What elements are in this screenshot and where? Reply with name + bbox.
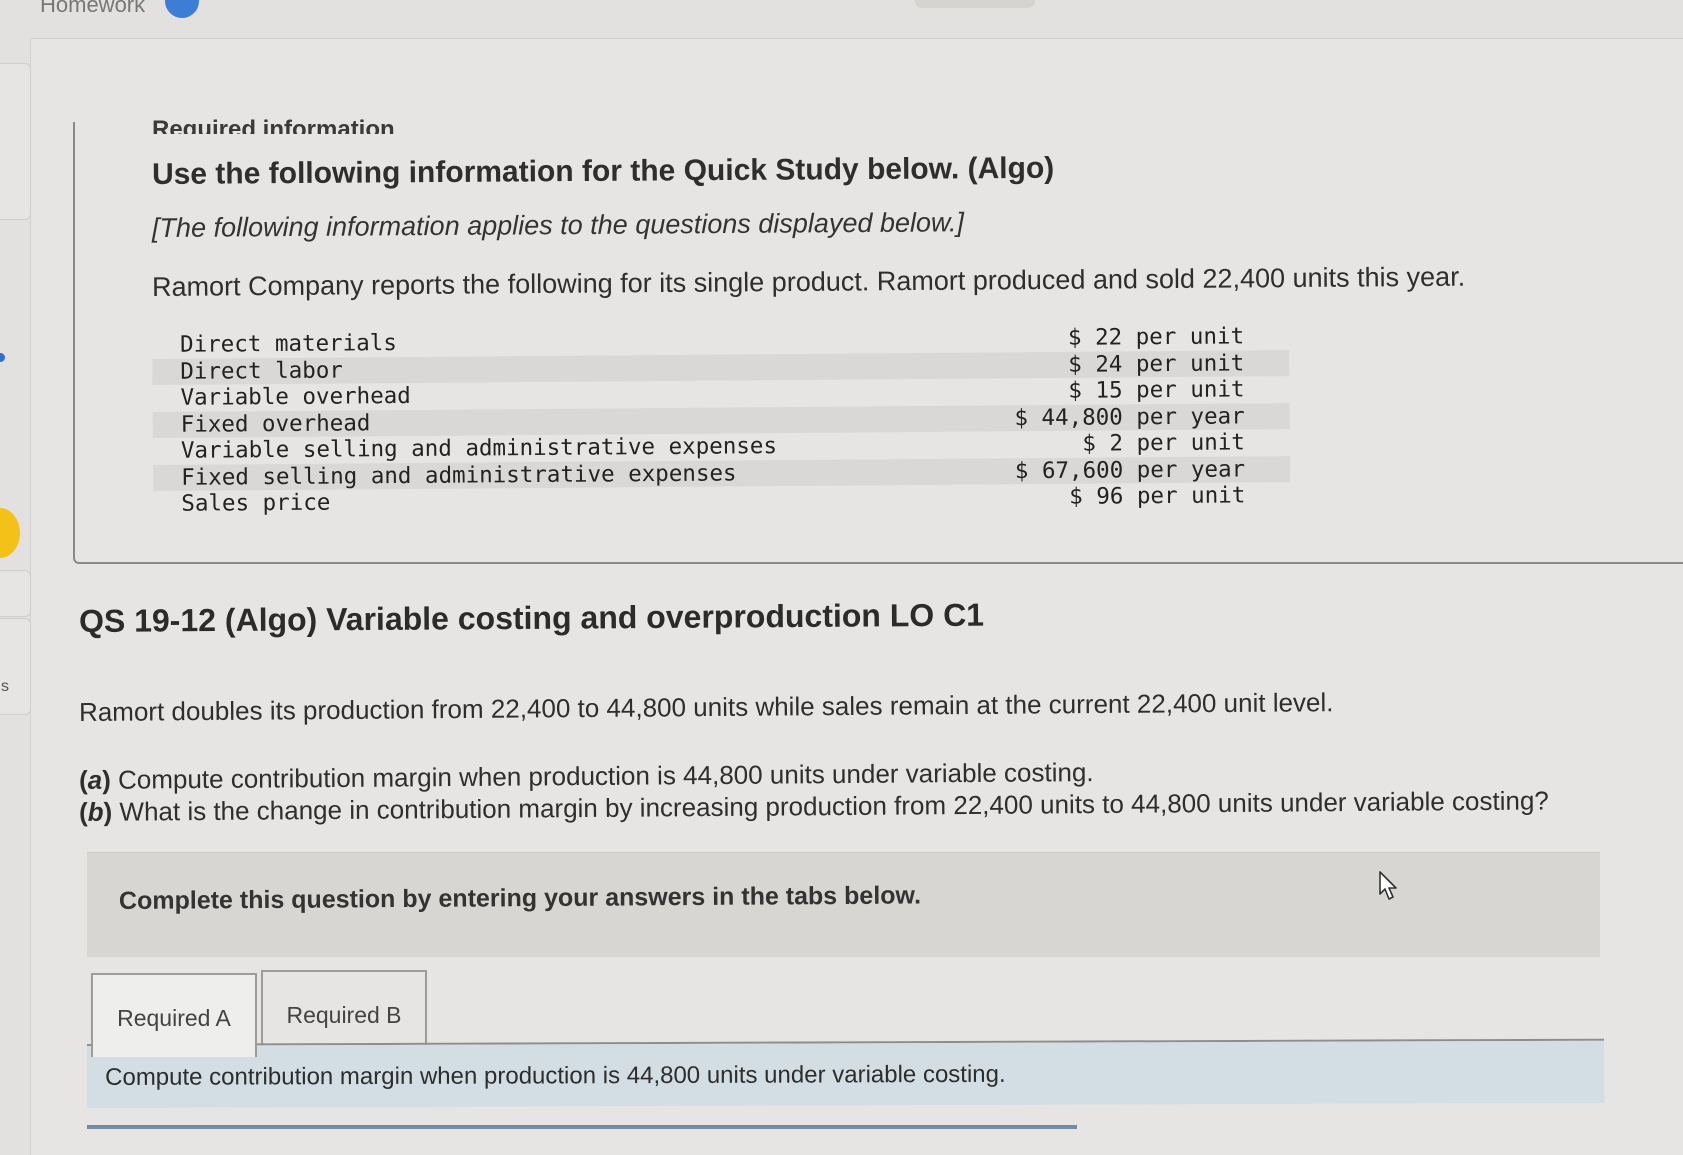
required-information-heading: Required information xyxy=(152,116,395,134)
part-letter: (b) xyxy=(78,796,113,827)
cost-value: $ 2 per unit xyxy=(1082,429,1246,457)
rail-label: s xyxy=(1,678,9,695)
cost-data-table: Direct materials $ 22 per unit Direct la… xyxy=(152,323,1291,517)
rail-indicator-dot xyxy=(0,353,5,362)
top-tab-stub[interactable] xyxy=(915,0,1035,8)
cost-label: Fixed overhead xyxy=(180,409,371,438)
rail-status-marker[interactable] xyxy=(0,508,20,558)
top-bar: Homework xyxy=(0,0,1683,39)
applies-note: [The following information applies to th… xyxy=(151,207,965,243)
tab-prompt-band: Compute contribution margin when product… xyxy=(87,1040,1605,1108)
question-scenario: Ramort doubles its production from 22,40… xyxy=(78,687,1334,727)
left-rail: s xyxy=(0,38,31,1155)
rail-panel-lower[interactable] xyxy=(0,618,31,715)
cost-value: $ 22 per unit xyxy=(1067,323,1245,351)
answer-table-top-rule xyxy=(87,1125,1077,1129)
tab-required-b[interactable]: Required B xyxy=(261,970,427,1054)
tab-prompt-text: Compute contribution margin when product… xyxy=(105,1060,1006,1091)
cost-label: Sales price xyxy=(181,489,331,517)
info-icon[interactable] xyxy=(165,0,199,18)
rail-panel-top[interactable] xyxy=(0,63,31,220)
tab-required-a[interactable]: Required A xyxy=(91,973,257,1057)
answer-instruction-band: Complete this question by entering your … xyxy=(87,852,1600,957)
cost-value: $ 15 per unit xyxy=(1068,376,1245,404)
homework-title: Homework xyxy=(40,0,146,17)
cost-value: $ 44,800 per year xyxy=(1014,402,1245,431)
mouse-cursor-icon xyxy=(1379,871,1397,900)
part-letter: (a) xyxy=(78,764,111,795)
rail-panel-mid[interactable] xyxy=(0,570,31,617)
quick-study-instruction-title: Use the following information for the Qu… xyxy=(151,151,1055,191)
part-text: Compute contribution margin when product… xyxy=(117,757,1094,795)
cost-value: $ 96 per unit xyxy=(1069,482,1246,510)
cost-label: Direct materials xyxy=(179,330,397,358)
cost-label: Variable overhead xyxy=(180,382,411,411)
cost-value: $ 67,600 per year xyxy=(1014,455,1246,484)
answer-instruction-text: Complete this question by entering your … xyxy=(118,881,922,915)
cost-value: $ 24 per unit xyxy=(1068,349,1245,378)
cost-label: Direct labor xyxy=(180,357,343,385)
question-heading: QS 19-12 (Algo) Variable costing and ove… xyxy=(78,596,985,639)
